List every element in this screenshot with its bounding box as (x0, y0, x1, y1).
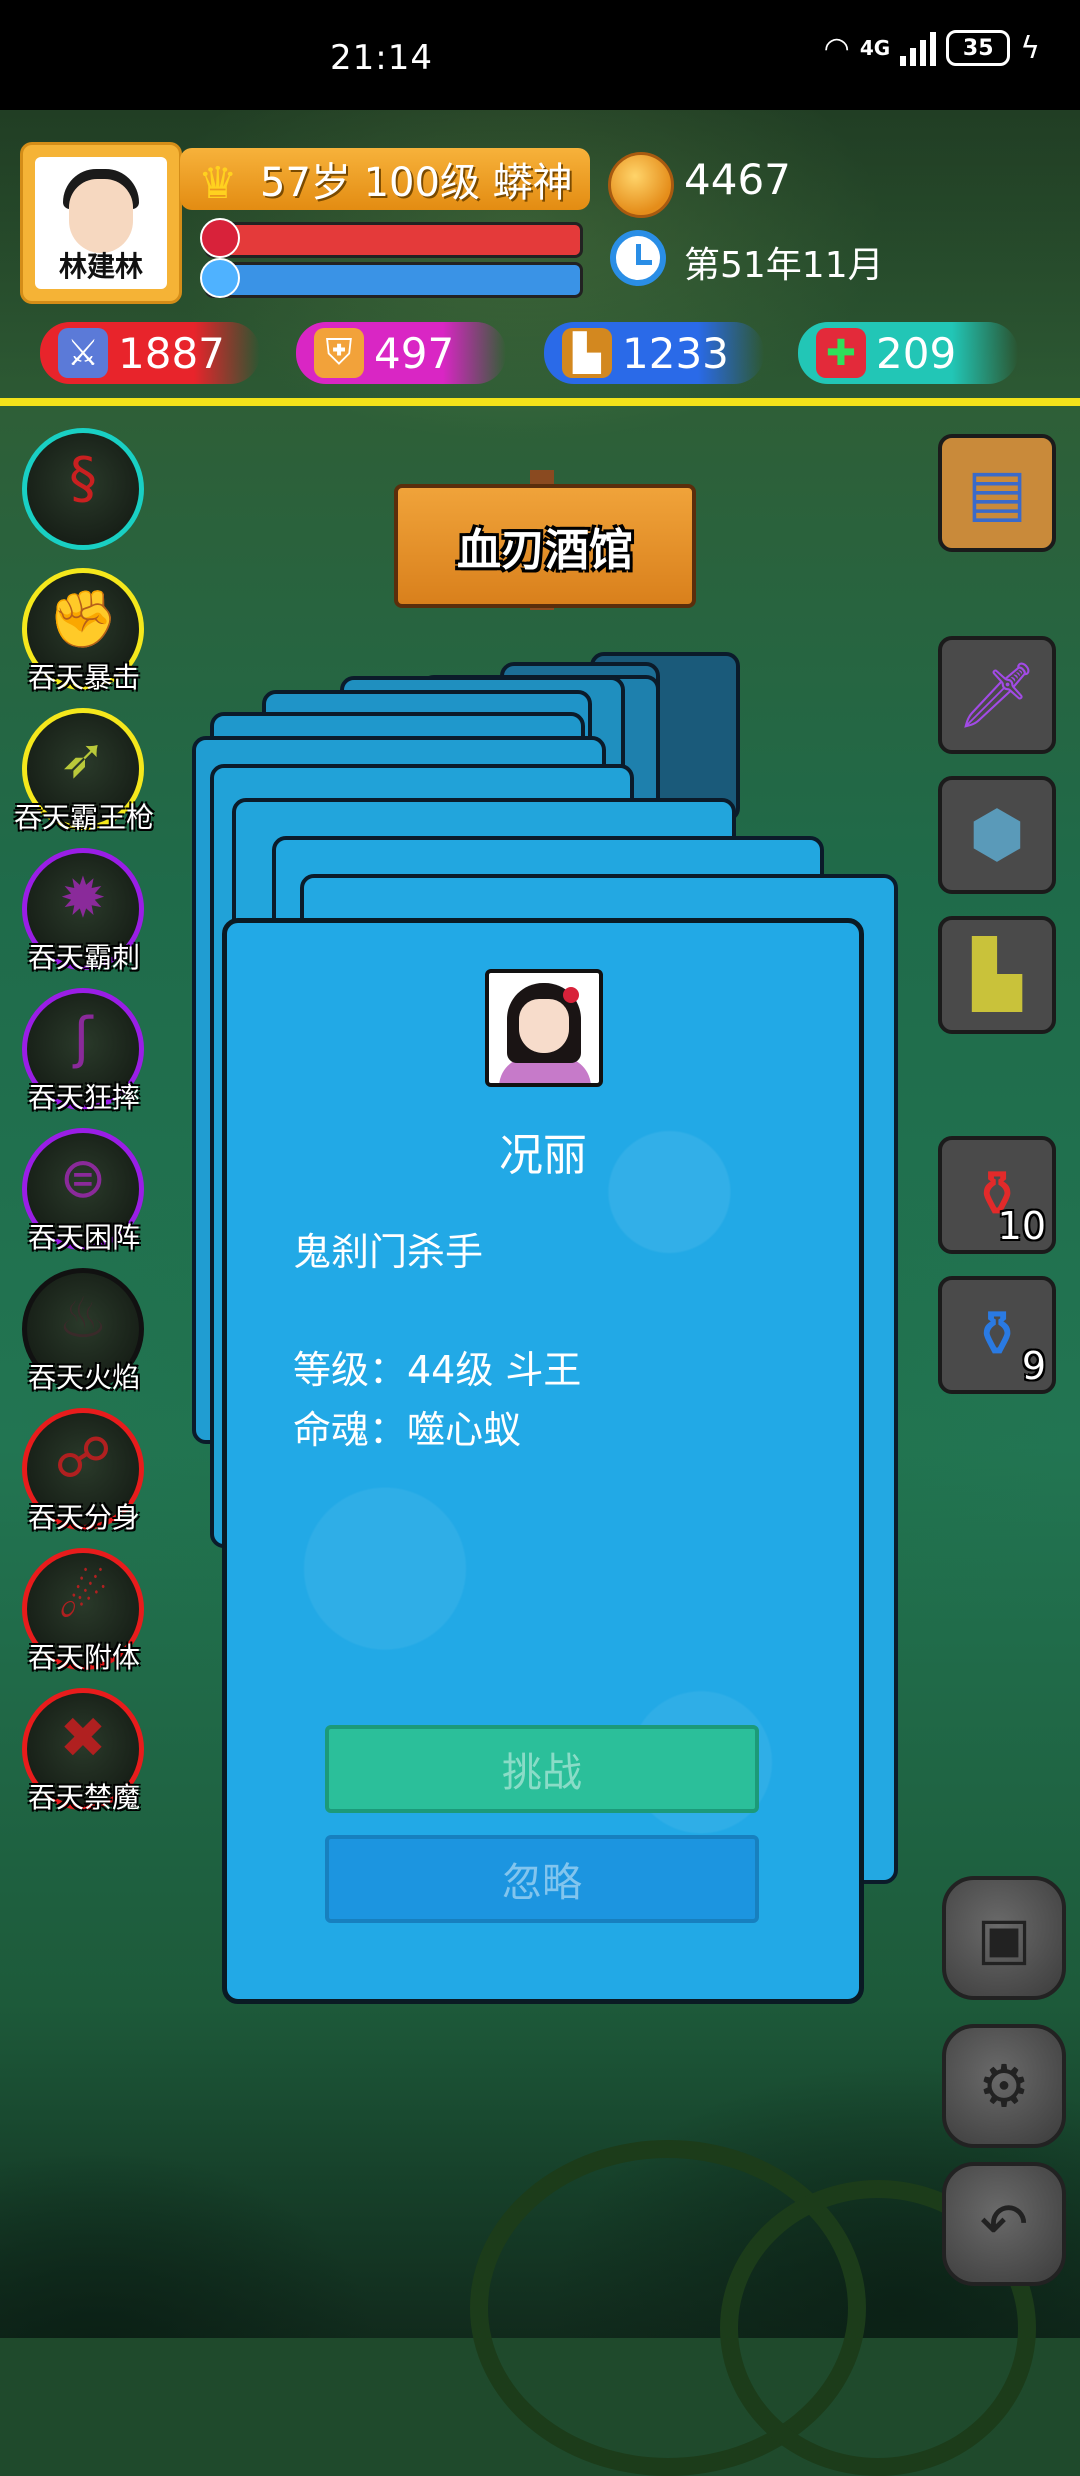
clock-text: 21:14 (330, 38, 433, 78)
npc-title: 鬼刹门杀手 (293, 1230, 484, 1274)
health-value: 209 (876, 328, 957, 378)
skill-devour-flame[interactable]: ♨ 吞天火焰 (22, 1268, 144, 1394)
cage-icon: ⊜ (59, 1146, 107, 1211)
settings-button[interactable]: ⚙ (942, 2024, 1066, 2148)
skill-label: 吞天霸刺 (27, 941, 140, 974)
skill-label: 吞天分身 (27, 1501, 140, 1534)
attack-stat: ⚔ 1887 (40, 322, 260, 384)
skill-devour-slam[interactable]: ʃ 吞天狂摔 (22, 988, 144, 1114)
wifi-icon: ◠ (823, 30, 850, 66)
level-text: 57岁 100级 蟒神 (260, 160, 573, 206)
armor-slot[interactable]: ⬢ (938, 776, 1056, 894)
purple-sword-icon: 🗡 (956, 658, 1038, 733)
skill-label: 吞天困阵 (27, 1221, 140, 1254)
red-potion-count: 10 (997, 1204, 1046, 1248)
player-name: 林建林 (58, 250, 143, 283)
battery-level: 35 (962, 35, 994, 61)
hair-flower-icon (563, 987, 579, 1003)
ignore-button[interactable]: 忽略 (325, 1835, 759, 1923)
skill-devour-possess[interactable]: ☄ 吞天附体 (22, 1548, 144, 1674)
seal-icon: ✖ (59, 1706, 107, 1771)
skill-label: 吞天附体 (27, 1641, 140, 1674)
flame-icon: ♨ (57, 1286, 109, 1351)
battery-icon: 35 (946, 30, 1011, 66)
gold-amount: 4467 (684, 155, 791, 204)
health-stat: ✚ 209 (798, 322, 1018, 384)
skill-devour-trap[interactable]: ⊜ 吞天困阵 (22, 1128, 144, 1254)
map-scroll-button[interactable]: ▤ (938, 434, 1056, 552)
save-button[interactable]: ▣ (942, 1876, 1066, 2000)
weapon-slot[interactable]: 🗡 (938, 636, 1056, 754)
skill-label: 吞天火焰 (27, 1361, 140, 1394)
speed-stat: ▙ 1233 (544, 322, 764, 384)
clock-icon (610, 230, 666, 286)
sword-icon: ⚔ (58, 328, 108, 378)
fist-icon: ✊ (48, 587, 118, 652)
location-sign: 血刃酒馆 (394, 484, 696, 608)
floppy-save-icon: ▣ (976, 1904, 1032, 1972)
shield-icon: ⛨ (314, 328, 364, 378)
skill-devour-crit[interactable]: ✊ 吞天暴击 (22, 568, 144, 694)
scroll-map-icon: ▤ (966, 456, 1028, 530)
crown-icon: ♛ (198, 158, 238, 209)
red-potion-slot[interactable]: ⚱ 10 (938, 1136, 1056, 1254)
boot-icon: ▙ (562, 328, 612, 378)
heart-icon (200, 218, 240, 258)
portrait-face (519, 999, 569, 1053)
blue-potion-slot[interactable]: ⚱ 9 (938, 1276, 1056, 1394)
skill-label: 吞天狂摔 (27, 1081, 140, 1114)
network-type: 4G (859, 36, 891, 60)
header-divider (0, 398, 1080, 406)
health-cross-icon: ✚ (816, 328, 866, 378)
charging-icon: ϟ (1020, 30, 1040, 66)
blue-potion-count: 9 (1021, 1344, 1046, 1388)
boots-slot[interactable]: ▙ (938, 916, 1056, 1034)
npc-name: 况丽 (499, 1130, 587, 1181)
system-status-bar: 21:14 ◠ 4G 35 ϟ (0, 0, 1080, 110)
mana-flask-icon (200, 258, 240, 298)
npc-portrait (485, 969, 603, 1087)
npc-soul: 命魂：噬心蚁 (293, 1408, 522, 1452)
signal-area: ◠ 4G 35 ϟ (824, 30, 1040, 66)
skill-devour-seal[interactable]: ✖ 吞天禁魔 (22, 1688, 144, 1814)
spear-icon: ➶ (59, 726, 107, 791)
avatar-face (69, 179, 133, 253)
return-arrow-icon: ↶ (979, 2190, 1029, 2258)
skill-label: 吞天禁魔 (27, 1781, 140, 1814)
skill-devour-clone[interactable]: ☍ 吞天分身 (22, 1408, 144, 1534)
skill-serpent[interactable]: § (22, 428, 144, 550)
game-date: 第51年11月 (684, 245, 884, 286)
challenge-button[interactable]: 挑战 (325, 1725, 759, 1813)
npc-level: 等级：44级 斗王 (293, 1348, 582, 1392)
tentacle-icon: ʃ (73, 1006, 93, 1071)
attack-value: 1887 (118, 328, 225, 378)
burst-icon: ✹ (59, 866, 107, 931)
level-banner: ♛ 57岁 100级 蟒神 (180, 148, 590, 210)
skill-devour-spear[interactable]: ➶ 吞天霸王枪 (14, 708, 154, 834)
hp-bar (205, 222, 583, 258)
signal-bars-icon (900, 30, 937, 66)
defense-stat: ⛨ 497 (296, 322, 506, 384)
snake-icon: § (69, 446, 97, 511)
blue-potion-icon: ⚱ (970, 1298, 1024, 1372)
spiked-armor-icon: ⬢ (969, 798, 1025, 872)
avatar-portrait: 林建林 (35, 157, 167, 289)
gold-coin-icon (608, 152, 674, 218)
skill-label: 吞天暴击 (27, 661, 140, 694)
skill-label: 吞天霸王枪 (13, 801, 154, 834)
defense-value: 497 (374, 328, 455, 378)
boots-icon: ▙ (972, 938, 1022, 1012)
mp-bar (205, 262, 583, 298)
clone-icon: ☍ (54, 1426, 112, 1491)
skill-devour-thrust[interactable]: ✹ 吞天霸刺 (22, 848, 144, 974)
spirit-icon: ☄ (57, 1566, 109, 1631)
player-avatar[interactable]: 林建林 (20, 142, 182, 304)
speed-value: 1233 (622, 328, 729, 378)
gear-icon: ⚙ (978, 2052, 1030, 2120)
encounter-card: 况丽 鬼刹门杀手 等级：44级 斗王 命魂：噬心蚁 挑战 忽略 (222, 918, 864, 2004)
location-name: 血刃酒馆 (457, 525, 633, 576)
back-button[interactable]: ↶ (942, 2162, 1066, 2286)
